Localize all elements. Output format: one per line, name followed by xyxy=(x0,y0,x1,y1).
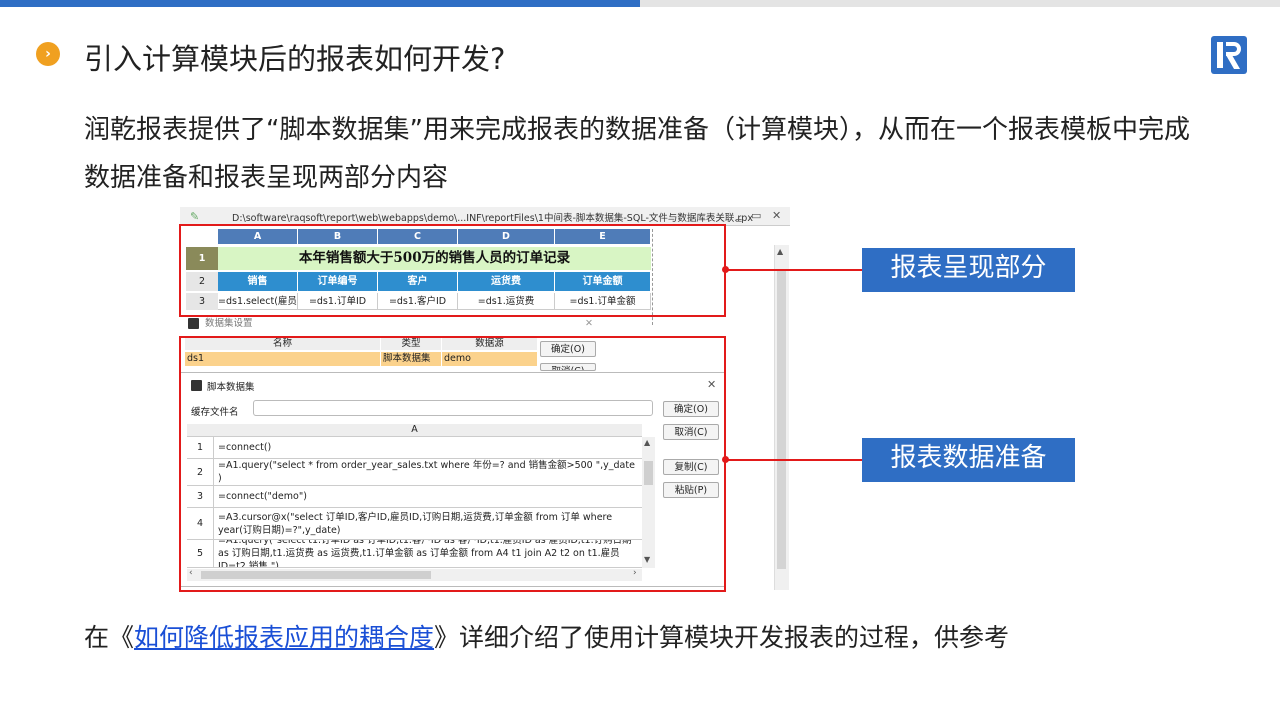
vertical-scrollbar[interactable]: ▲ xyxy=(774,245,789,590)
footer-link[interactable]: 如何降低报表应用的耦合度 xyxy=(134,623,434,652)
document-icon: ✎ xyxy=(190,210,200,223)
report-display-highlight xyxy=(179,224,726,317)
intro-paragraph: 润乾报表提供了“脚本数据集”用来完成报表的数据准备（计算模块），从而在一个报表模… xyxy=(84,115,1190,193)
connector-line xyxy=(726,269,862,271)
dataset-dialog-titlebar: 数据集设置 ✕ xyxy=(183,314,601,334)
footer-suffix: 》详细介绍了使用计算模块开发报表的过程，供参考 xyxy=(434,623,1010,652)
chevron-right-icon: › xyxy=(36,42,60,66)
footer-prefix: 在《 xyxy=(84,623,135,652)
data-prep-highlight xyxy=(179,336,726,592)
top-accent-bar xyxy=(0,0,640,7)
page-title: 引入计算模块后的报表如何开发? xyxy=(84,42,506,76)
callout-data-prep: 报表数据准备 xyxy=(862,438,1075,482)
raqsoft-small-icon xyxy=(188,318,199,329)
minimize-icon[interactable]: ‗ xyxy=(736,209,742,222)
raqsoft-logo-icon xyxy=(1211,36,1247,74)
connector-line xyxy=(726,459,862,461)
dataset-dialog-close-icon[interactable]: ✕ xyxy=(585,314,593,334)
top-gray-bar xyxy=(640,0,1280,7)
callout-report-display: 报表呈现部分 xyxy=(862,248,1075,292)
restore-icon[interactable]: ▭ xyxy=(751,209,761,222)
dataset-dialog-title: 数据集设置 xyxy=(205,318,253,329)
window-path: D:\software\raqsoft\report\web\webapps\d… xyxy=(232,213,753,224)
footer-text: 在《如何降低报表应用的耦合度》详细介绍了使用计算模块开发报表的过程，供参考 xyxy=(84,618,1009,654)
close-icon[interactable]: ✕ xyxy=(772,209,781,222)
